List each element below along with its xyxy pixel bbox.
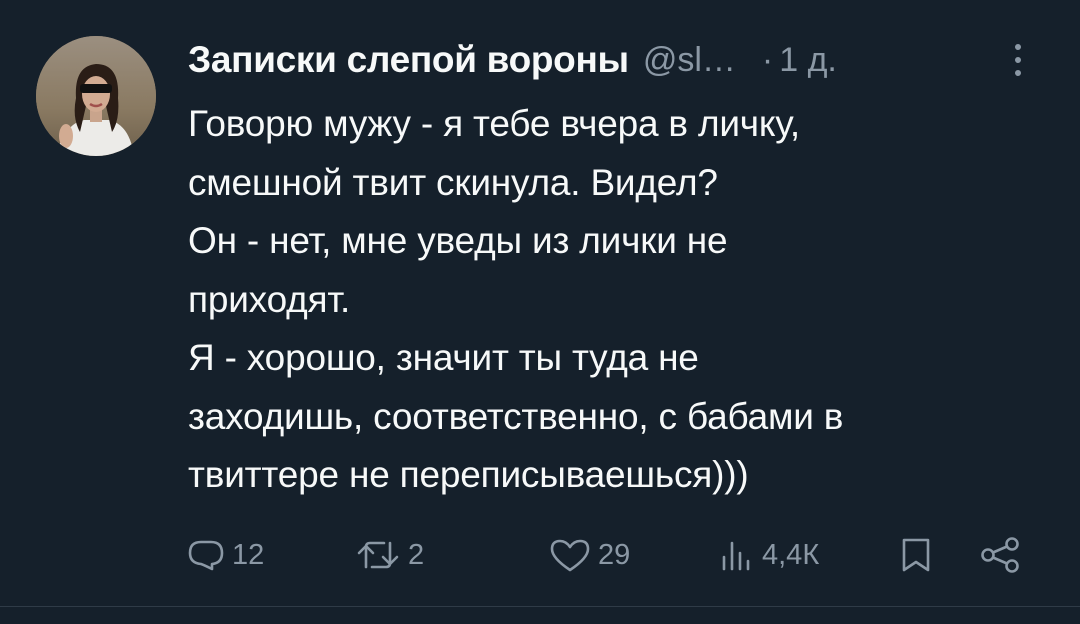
more-icon[interactable] <box>1008 36 1028 84</box>
like-count: 29 <box>598 538 631 571</box>
tweet-header: Записки слепой вороны @sl… · 1 д. <box>188 32 837 88</box>
author-handle[interactable]: @sl… <box>643 41 736 80</box>
reply-icon <box>188 540 224 571</box>
like-button[interactable]: 29 <box>548 530 630 580</box>
timestamp[interactable]: 1 д. <box>779 41 837 80</box>
tweet-text: Говорю мужу - я тебе вчера в личку, смеш… <box>188 95 1048 505</box>
tweet-line: твиттере не переписываешься))) <box>188 454 749 495</box>
views-button[interactable]: 4,4К <box>716 530 819 580</box>
retweet-button[interactable]: 2 <box>354 530 424 580</box>
share-button[interactable] <box>978 530 1022 580</box>
tweet-line: приходят. <box>188 278 351 320</box>
tweet-line: Я - хорошо, значит ты туда не <box>188 337 699 378</box>
separator-dot: · <box>761 40 774 79</box>
retweet-icon <box>357 541 399 569</box>
bookmark-button[interactable] <box>896 530 936 580</box>
retweet-count: 2 <box>408 538 425 571</box>
tweet[interactable]: Записки слепой вороны @sl… · 1 д. Говорю… <box>0 0 1080 624</box>
bookmark-icon <box>902 538 930 572</box>
tweet-line: Он - нет, мне уведы из лички не <box>188 220 728 261</box>
heart-icon <box>550 539 590 572</box>
reply-count: 12 <box>232 538 265 571</box>
tweet-line: заходишь, соответственно, с бабами в <box>188 395 844 437</box>
divider <box>0 606 1080 607</box>
tweet-line: смешной твит скинула. Видел? <box>188 161 718 203</box>
view-count: 4,4К <box>762 538 820 571</box>
avatar[interactable] <box>36 36 156 156</box>
views-icon <box>722 541 750 571</box>
tweet-line: Говорю мужу - я тебе вчера в личку, <box>188 103 800 144</box>
avatar-image <box>36 36 156 156</box>
share-icon <box>981 537 1019 573</box>
reply-button[interactable]: 12 <box>186 530 264 580</box>
action-bar: 12 2 29 4,4К <box>186 530 1036 580</box>
author-name[interactable]: Записки слепой вороны <box>188 39 629 81</box>
